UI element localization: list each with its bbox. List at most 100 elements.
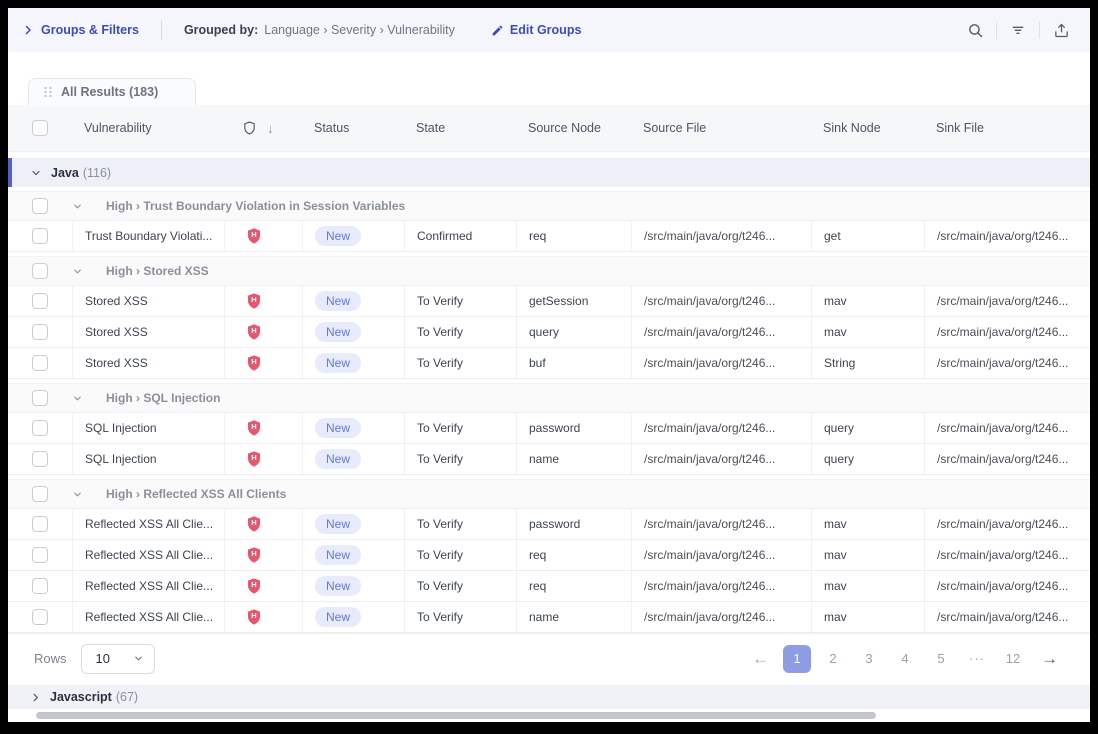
vulnerability-cell[interactable]: SQL Injection: [72, 444, 224, 474]
subgroup-row[interactable]: High › Stored XSS: [8, 256, 1090, 286]
source-node-cell: password: [516, 509, 631, 539]
tab-all-results[interactable]: All Results (183): [28, 78, 196, 105]
vulnerability-cell[interactable]: Reflected XSS All Clie...: [72, 602, 224, 632]
vulnerability-cell[interactable]: Reflected XSS All Clie...: [72, 571, 224, 601]
next-page-icon[interactable]: →: [1035, 649, 1064, 669]
sink-file-cell: /src/main/java/org/t246...: [924, 602, 1090, 632]
row-checkbox[interactable]: [32, 451, 48, 467]
severity-high-icon: H: [245, 608, 263, 626]
page-button[interactable]: 5: [927, 645, 955, 673]
source-node-cell: req: [516, 571, 631, 601]
chevron-right-icon[interactable]: [30, 692, 41, 703]
chevron-down-icon: [133, 653, 144, 664]
page-button[interactable]: 4: [891, 645, 919, 673]
sink-file-cell: /src/main/java/org/t246...: [924, 444, 1090, 474]
state-cell: To Verify: [404, 348, 516, 378]
page-button-active[interactable]: 1: [783, 645, 811, 673]
column-header-sink-node[interactable]: Sink Node: [811, 121, 924, 135]
spacer: [8, 52, 1090, 78]
sink-node-cell: query: [811, 413, 924, 443]
table-body: Java (116) High › Trust Boundary Violati…: [8, 152, 1090, 633]
row-checkbox[interactable]: [32, 547, 48, 563]
subgroup-checkbox[interactable]: [32, 263, 48, 279]
column-header-status[interactable]: Status: [302, 121, 404, 135]
search-icon[interactable]: [960, 15, 990, 45]
vulnerability-cell[interactable]: Reflected XSS All Clie...: [72, 509, 224, 539]
column-header-sink-file[interactable]: Sink File: [924, 121, 1090, 135]
row-checkbox[interactable]: [32, 578, 48, 594]
vulnerability-cell[interactable]: Stored XSS: [72, 286, 224, 316]
column-header-source-file[interactable]: Source File: [631, 121, 811, 135]
groups-filters-button[interactable]: Groups & Filters: [22, 23, 139, 37]
row-checkbox[interactable]: [32, 420, 48, 436]
vulnerability-cell[interactable]: Stored XSS: [72, 317, 224, 347]
subgroup-row[interactable]: High › Trust Boundary Violation in Sessi…: [8, 191, 1090, 221]
edit-groups-button[interactable]: Edit Groups: [491, 23, 582, 37]
table-row[interactable]: Stored XSS H New To Verify buf /src/main…: [8, 348, 1090, 379]
page-button[interactable]: 12: [999, 645, 1027, 673]
subgroup-checkbox[interactable]: [32, 390, 48, 406]
toolbar: Groups & Filters Grouped by: Language › …: [8, 8, 1090, 52]
subgroup-row[interactable]: High › SQL Injection: [8, 383, 1090, 413]
chevron-down-icon[interactable]: [72, 489, 98, 500]
toolbar-right: [960, 15, 1076, 45]
prev-page-icon[interactable]: ←: [746, 649, 775, 669]
divider: [996, 21, 997, 39]
rows-per-page-select[interactable]: 10: [81, 644, 155, 674]
vulnerability-cell[interactable]: Reflected XSS All Clie...: [72, 540, 224, 570]
state-cell: To Verify: [404, 602, 516, 632]
vulnerability-cell[interactable]: Stored XSS: [72, 348, 224, 378]
page-button[interactable]: 2: [819, 645, 847, 673]
column-header-vulnerability[interactable]: Vulnerability: [72, 121, 224, 135]
chevron-down-icon[interactable]: [72, 201, 98, 212]
row-checkbox[interactable]: [32, 293, 48, 309]
row-checkbox[interactable]: [32, 355, 48, 371]
subgroup-checkbox[interactable]: [32, 486, 48, 502]
page-button[interactable]: 3: [855, 645, 883, 673]
sink-node-cell: mav: [811, 317, 924, 347]
status-badge: New: [315, 449, 361, 469]
group-count: (116): [83, 166, 111, 180]
vulnerability-cell[interactable]: SQL Injection: [72, 413, 224, 443]
column-header-source-node[interactable]: Source Node: [516, 121, 631, 135]
row-checkbox[interactable]: [32, 228, 48, 244]
filter-icon[interactable]: [1003, 15, 1033, 45]
table-row[interactable]: Reflected XSS All Clie... H New To Verif…: [8, 602, 1090, 633]
subgroup-row[interactable]: High › Reflected XSS All Clients: [8, 479, 1090, 509]
row-checkbox[interactable]: [32, 609, 48, 625]
subgroup-checkbox[interactable]: [32, 198, 48, 214]
rows-label: Rows: [34, 651, 67, 666]
chevron-down-icon[interactable]: [72, 266, 98, 277]
sink-node-cell: mav: [811, 509, 924, 539]
table-row[interactable]: Reflected XSS All Clie... H New To Verif…: [8, 571, 1090, 602]
chevron-down-icon[interactable]: [72, 393, 98, 404]
severity-high-icon: H: [245, 354, 263, 372]
vulnerability-cell[interactable]: Trust Boundary Violati...: [72, 221, 224, 251]
state-cell: To Verify: [404, 509, 516, 539]
sink-file-cell: /src/main/java/org/t246...: [924, 571, 1090, 601]
table-row[interactable]: Stored XSS H New To Verify getSession /s…: [8, 286, 1090, 317]
table-row[interactable]: SQL Injection H New To Verify password /…: [8, 413, 1090, 444]
group-row-javascript[interactable]: Javascript (67): [8, 685, 1090, 709]
row-checkbox[interactable]: [32, 516, 48, 532]
group-name: Java: [51, 166, 79, 180]
sink-node-cell: get: [811, 221, 924, 251]
table-row[interactable]: SQL Injection H New To Verify name /src/…: [8, 444, 1090, 475]
column-header-severity[interactable]: ↓: [224, 120, 302, 136]
table-row[interactable]: Trust Boundary Violati... H New Confirme…: [8, 221, 1090, 252]
export-icon[interactable]: [1046, 15, 1076, 45]
table-row[interactable]: Reflected XSS All Clie... H New To Verif…: [8, 509, 1090, 540]
group-row-java[interactable]: Java (116): [8, 158, 1090, 187]
drag-handle-icon[interactable]: [43, 86, 53, 98]
column-header-state[interactable]: State: [404, 121, 516, 135]
table-row[interactable]: Reflected XSS All Clie... H New To Verif…: [8, 540, 1090, 571]
select-all-checkbox[interactable]: [32, 120, 48, 136]
chevron-down-icon[interactable]: [30, 167, 42, 179]
horizontal-scrollbar-thumb[interactable]: [36, 712, 876, 719]
source-node-cell: buf: [516, 348, 631, 378]
severity-high-icon: H: [245, 450, 263, 468]
table-row[interactable]: Stored XSS H New To Verify query /src/ma…: [8, 317, 1090, 348]
sort-descending-icon[interactable]: ↓: [267, 121, 274, 136]
row-checkbox[interactable]: [32, 324, 48, 340]
source-file-cell: /src/main/java/org/t246...: [631, 571, 811, 601]
